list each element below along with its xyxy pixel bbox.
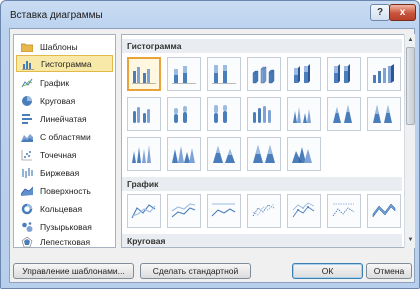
gallery-scrollbar[interactable]: ▲ ▼ <box>404 34 415 248</box>
close-button[interactable]: x <box>389 4 416 21</box>
section-header-pie: Круговая <box>122 234 402 247</box>
cancel-button[interactable]: Отмена <box>366 263 412 279</box>
manage-templates-button[interactable]: Управление шаблонами... <box>13 263 134 279</box>
dialog-title: Вставка диаграммы <box>10 10 103 21</box>
stock-chart-icon <box>21 167 33 179</box>
sidebar-item-stock[interactable]: Биржевая <box>16 164 113 181</box>
subtype-stacked-cone[interactable] <box>327 97 361 131</box>
sidebar-item-label: Точечная <box>40 149 77 160</box>
chart-type-list: Шаблоны Гистограмма График Круговая Лине… <box>13 34 116 248</box>
sidebar-item-scatter[interactable]: Точечная <box>16 146 113 163</box>
sidebar-item-label: Поверхность <box>40 185 91 196</box>
sidebar-item-doughnut[interactable]: Кольцевая <box>16 200 113 217</box>
surface-chart-icon <box>21 185 33 197</box>
sidebar-item-area[interactable]: С областями <box>16 128 113 145</box>
section-header-line: График <box>122 177 402 191</box>
sidebar-item-surface[interactable]: Поверхность <box>16 182 113 199</box>
sidebar-item-label: Гистограмма <box>41 58 92 69</box>
sidebar-item-label: С областями <box>40 131 91 142</box>
subtype-stacked-column[interactable] <box>167 57 201 91</box>
sidebar-item-label: Линейчатая <box>40 113 87 124</box>
scroll-up-icon[interactable]: ▲ <box>406 36 415 45</box>
sidebar-item-label: Шаблоны <box>40 41 78 52</box>
subtype-clustered-pyramid[interactable] <box>167 137 201 171</box>
dialog-body: Шаблоны Гистограмма График Круговая Лине… <box>9 28 415 283</box>
sidebar-item-radar[interactable]: Лепестковая <box>16 233 113 250</box>
section-header-column: Гистограмма <box>122 39 402 53</box>
subtype-100-stacked-pyramid[interactable] <box>247 137 281 171</box>
subtype-3d-line[interactable] <box>367 194 401 228</box>
bar-chart-icon <box>21 113 33 125</box>
subtype-stacked-cylinder[interactable] <box>167 97 201 131</box>
subtype-clustered-cone[interactable] <box>287 97 321 131</box>
subtype-stacked-line[interactable] <box>167 194 201 228</box>
sidebar-item-label: График <box>40 77 70 88</box>
ok-button[interactable]: ОК <box>292 263 363 279</box>
scrollbar-thumb[interactable] <box>406 47 415 125</box>
subtype-100-stacked-cylinder[interactable] <box>207 97 241 131</box>
subtype-100-stacked-column[interactable] <box>207 57 241 91</box>
doughnut-chart-icon <box>21 203 33 215</box>
subtype-stacked-line-with-markers[interactable] <box>287 194 321 228</box>
subtype-100-stacked-cone[interactable] <box>367 97 401 131</box>
sidebar-item-bar[interactable]: Линейчатая <box>16 110 113 127</box>
subtype-line[interactable] <box>127 194 161 228</box>
subtype-clustered-column[interactable] <box>127 57 161 91</box>
set-default-button[interactable]: Сделать стандартной <box>140 263 251 279</box>
subtype-clustered-cylinder[interactable] <box>127 97 161 131</box>
subtype-3d-pyramid[interactable] <box>287 137 321 171</box>
subtype-3d-column[interactable] <box>367 57 401 91</box>
sidebar-item-label: Круговая <box>40 95 76 106</box>
sidebar-item-pie[interactable]: Круговая <box>16 92 113 109</box>
subtype-3d-clustered-column[interactable] <box>247 57 281 91</box>
sidebar-item-column[interactable]: Гистограмма <box>16 55 113 72</box>
line-chart-icon <box>21 77 33 89</box>
sidebar-item-label: Пузырьковая <box>40 221 92 232</box>
pie-chart-icon <box>21 95 33 107</box>
scroll-down-icon[interactable]: ▼ <box>406 236 415 245</box>
scatter-chart-icon <box>21 149 33 161</box>
folder-icon <box>21 41 33 53</box>
insert-chart-dialog: Вставка диаграммы ? x Шаблоны Гистограмм… <box>0 0 420 289</box>
sidebar-item-line[interactable]: График <box>16 74 113 91</box>
subtype-stacked-pyramid[interactable] <box>207 137 241 171</box>
sidebar-item-label: Биржевая <box>40 167 80 178</box>
subtype-3d-100-stacked-column[interactable] <box>327 57 361 91</box>
sidebar-item-label: Лепестковая <box>40 236 91 247</box>
help-button[interactable]: ? <box>370 4 390 21</box>
subtype-100-stacked-line[interactable] <box>207 194 241 228</box>
subtype-line-with-markers[interactable] <box>247 194 281 228</box>
radar-chart-icon <box>21 236 33 248</box>
sidebar-item-templates[interactable]: Шаблоны <box>16 38 113 55</box>
subtype-3d-cone[interactable] <box>127 137 161 171</box>
bubble-chart-icon <box>21 221 33 233</box>
sidebar-item-label: Кольцевая <box>40 203 83 214</box>
column-chart-icon <box>22 58 34 70</box>
area-chart-icon <box>21 131 33 143</box>
chart-subtype-gallery: Гистограмма График Круговая <box>121 34 408 248</box>
subtype-3d-cylinder[interactable] <box>247 97 281 131</box>
subtype-100-stacked-line-with-markers[interactable] <box>327 194 361 228</box>
subtype-3d-stacked-column[interactable] <box>287 57 321 91</box>
